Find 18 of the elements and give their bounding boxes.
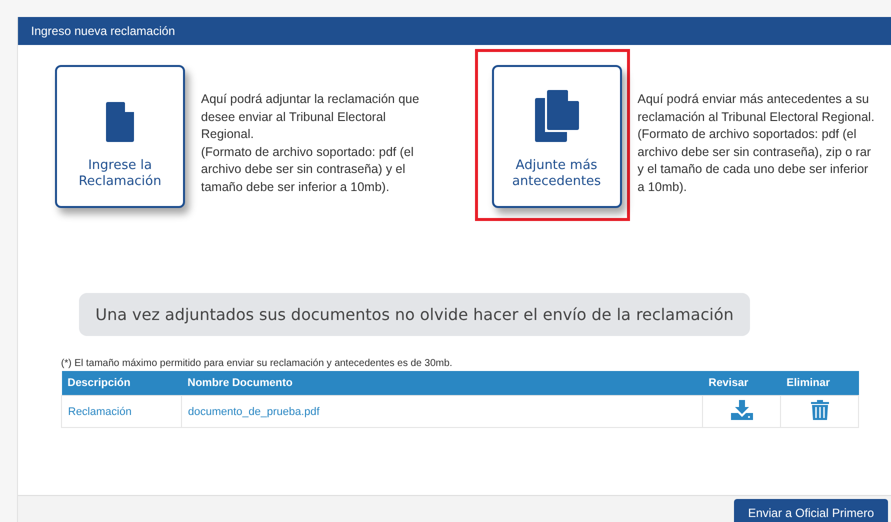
column-header: Eliminar <box>780 371 858 396</box>
documents-icon <box>534 90 578 142</box>
option-description: Aquí podrá enviar más antecedentes a su reclamación al Tribunal Electoral Regional. (Formato de archivo soportados: pdf (el archivo debe ser sin contraseña), zip o rar y el tamaño de cada uno debe ser inferior a 10mb). <box>638 91 876 196</box>
document-link[interactable]: documento_de_prueba.pdf <box>188 406 320 418</box>
column-header: Revisar <box>702 371 780 396</box>
document-icon <box>106 102 134 142</box>
panel-title: Ingreso nueva reclamación <box>31 24 176 38</box>
column-header: Nombre Documento <box>182 371 702 396</box>
upload-card-button[interactable]: Adjunte más antecedentes <box>492 65 622 208</box>
column-header: Descripción <box>62 371 182 396</box>
upload-card-button[interactable]: Ingrese la Reclamación <box>55 65 185 208</box>
option-description: Aquí podrá adjuntar la reclamación que desee enviar al Tribunal Electoral Regional. (Formato de archivo soportado: pdf (el archivo debe ser sin contraseña) y el tamaño debe ser inferior a 10mb). <box>201 91 420 196</box>
description-link[interactable]: Reclamación <box>68 406 132 418</box>
notice-text: Una vez adjuntados sus documentos no olvide hacer el envío de la reclamación <box>95 305 734 324</box>
download-icon[interactable] <box>730 400 752 420</box>
size-note: (*) El tamaño máximo permitido para enviar su reclamación y antecedentes es de 30mb. <box>61 358 454 369</box>
send-button[interactable]: Enviar a Oficial Primero <box>734 499 888 522</box>
trash-icon[interactable] <box>810 400 828 420</box>
